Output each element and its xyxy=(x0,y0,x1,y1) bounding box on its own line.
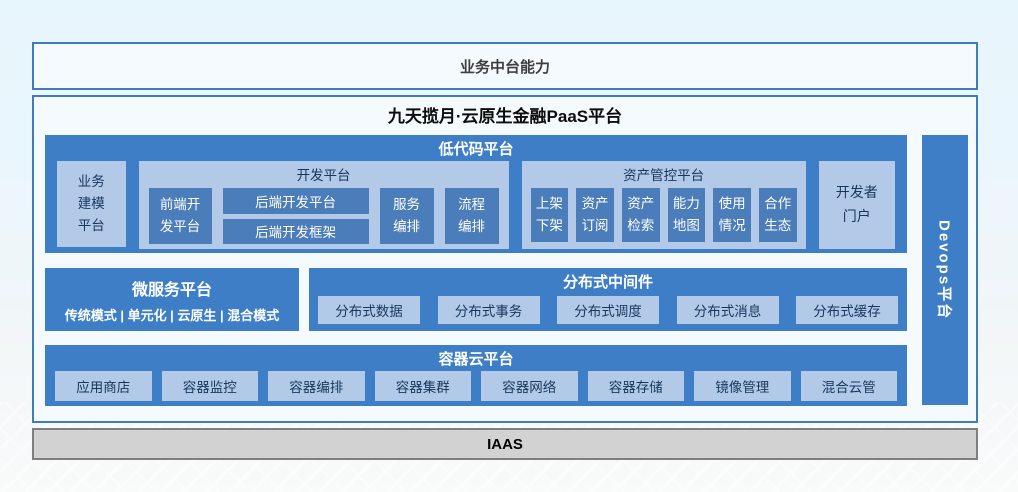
distributed-middleware-section: 分布式中间件 分布式数据 分布式事务 分布式调度 分布式消息 分布式缓存 xyxy=(309,268,907,331)
microservice-modes: 传统模式 | 单元化 | 云原生 | 混合模式 xyxy=(45,305,299,324)
microservice-title: 微服务平台 xyxy=(45,276,299,300)
middleware-item-scheduling: 分布式调度 xyxy=(557,296,659,324)
cc-item-cluster: 容器集群 xyxy=(375,371,472,401)
paas-platform-frame: 九天揽月·云原生金融PaaS平台 低代码平台 业务 建模 平台 开发平台 前端开… xyxy=(32,95,978,423)
microservice-platform-box: 微服务平台 传统模式 | 单元化 | 云原生 | 混合模式 xyxy=(45,268,299,331)
lowcode-platform-title: 低代码平台 xyxy=(45,135,907,159)
container-cloud-title: 容器云平台 xyxy=(45,345,907,369)
asset-item-capability-map: 能力 地图 xyxy=(668,188,706,242)
middleware-item-data: 分布式数据 xyxy=(318,296,420,324)
asset-item-ecosystem: 合作 生态 xyxy=(759,188,797,242)
asset-item-shelf: 上架 下架 xyxy=(531,188,569,242)
cc-item-storage: 容器存储 xyxy=(588,371,685,401)
middleware-items: 分布式数据 分布式事务 分布式调度 分布式消息 分布式缓存 xyxy=(309,292,907,324)
architecture-diagram: { "page": { "banner": "业务中台能力", "main_ti… xyxy=(0,0,1018,492)
cc-item-image-management: 镜像管理 xyxy=(694,371,791,401)
iaas-bar: IAAS xyxy=(32,428,978,460)
dev-platform-items: 前端开 发平台 后端开发平台 后端开发框架 服务 编排 流程 编排 xyxy=(139,188,509,244)
middleware-item-transaction: 分布式事务 xyxy=(438,296,540,324)
asset-item-search: 资产 检索 xyxy=(622,188,660,242)
backend-dev-framework-box: 后端开发框架 xyxy=(223,219,369,245)
business-middle-platform-banner: 业务中台能力 xyxy=(32,42,978,90)
banner-label: 业务中台能力 xyxy=(460,56,550,77)
iaas-label: IAAS xyxy=(487,436,523,453)
cc-item-hybrid-cloud: 混合云管 xyxy=(801,371,898,401)
frontend-dev-platform-box: 前端开 发平台 xyxy=(149,188,212,244)
backend-column: 后端开发平台 后端开发框架 xyxy=(223,188,369,244)
container-cloud-items: 应用商店 容器监控 容器编排 容器集群 容器网络 容器存储 镜像管理 混合云管 xyxy=(45,369,907,401)
platform-title: 九天揽月·云原生金融PaaS平台 xyxy=(34,102,976,127)
cc-item-network: 容器网络 xyxy=(481,371,578,401)
process-orchestration-box: 流程 编排 xyxy=(445,188,499,244)
lowcode-platform-section: 低代码平台 业务 建模 平台 开发平台 前端开 发平台 后端开发平台 后端开发框… xyxy=(45,135,907,253)
cc-item-app-store: 应用商店 xyxy=(55,371,152,401)
devops-platform-bar: Devops平台 xyxy=(922,135,968,405)
cc-item-monitoring: 容器监控 xyxy=(162,371,259,401)
service-orchestration-box: 服务 编排 xyxy=(380,188,434,244)
asset-item-usage: 使用 情况 xyxy=(713,188,751,242)
container-cloud-section: 容器云平台 应用商店 容器监控 容器编排 容器集群 容器网络 容器存储 镜像管理… xyxy=(45,345,907,406)
lowcode-content-row: 业务 建模 平台 开发平台 前端开 发平台 后端开发平台 后端开发框架 服务 编… xyxy=(45,159,907,251)
asset-item-subscribe: 资产 订阅 xyxy=(576,188,614,242)
middleware-item-message: 分布式消息 xyxy=(677,296,779,324)
middleware-title: 分布式中间件 xyxy=(309,268,907,292)
dev-platform-title: 开发平台 xyxy=(139,161,509,184)
developer-portal-box: 开发者 门户 xyxy=(819,161,895,249)
asset-control-title: 资产管控平台 xyxy=(522,161,806,184)
backend-dev-platform-box: 后端开发平台 xyxy=(223,188,369,214)
cc-item-orchestration: 容器编排 xyxy=(268,371,365,401)
dev-platform-panel: 开发平台 前端开 发平台 后端开发平台 后端开发框架 服务 编排 流程 编排 xyxy=(139,161,509,249)
business-modeling-box: 业务 建模 平台 xyxy=(57,161,126,247)
middleware-item-cache: 分布式缓存 xyxy=(796,296,898,324)
asset-control-items: 上架 下架 资产 订阅 资产 检索 能力 地图 使用 情况 合作 生态 xyxy=(522,188,806,242)
asset-control-panel: 资产管控平台 上架 下架 资产 订阅 资产 检索 能力 地图 使用 情况 合作 … xyxy=(522,161,806,249)
